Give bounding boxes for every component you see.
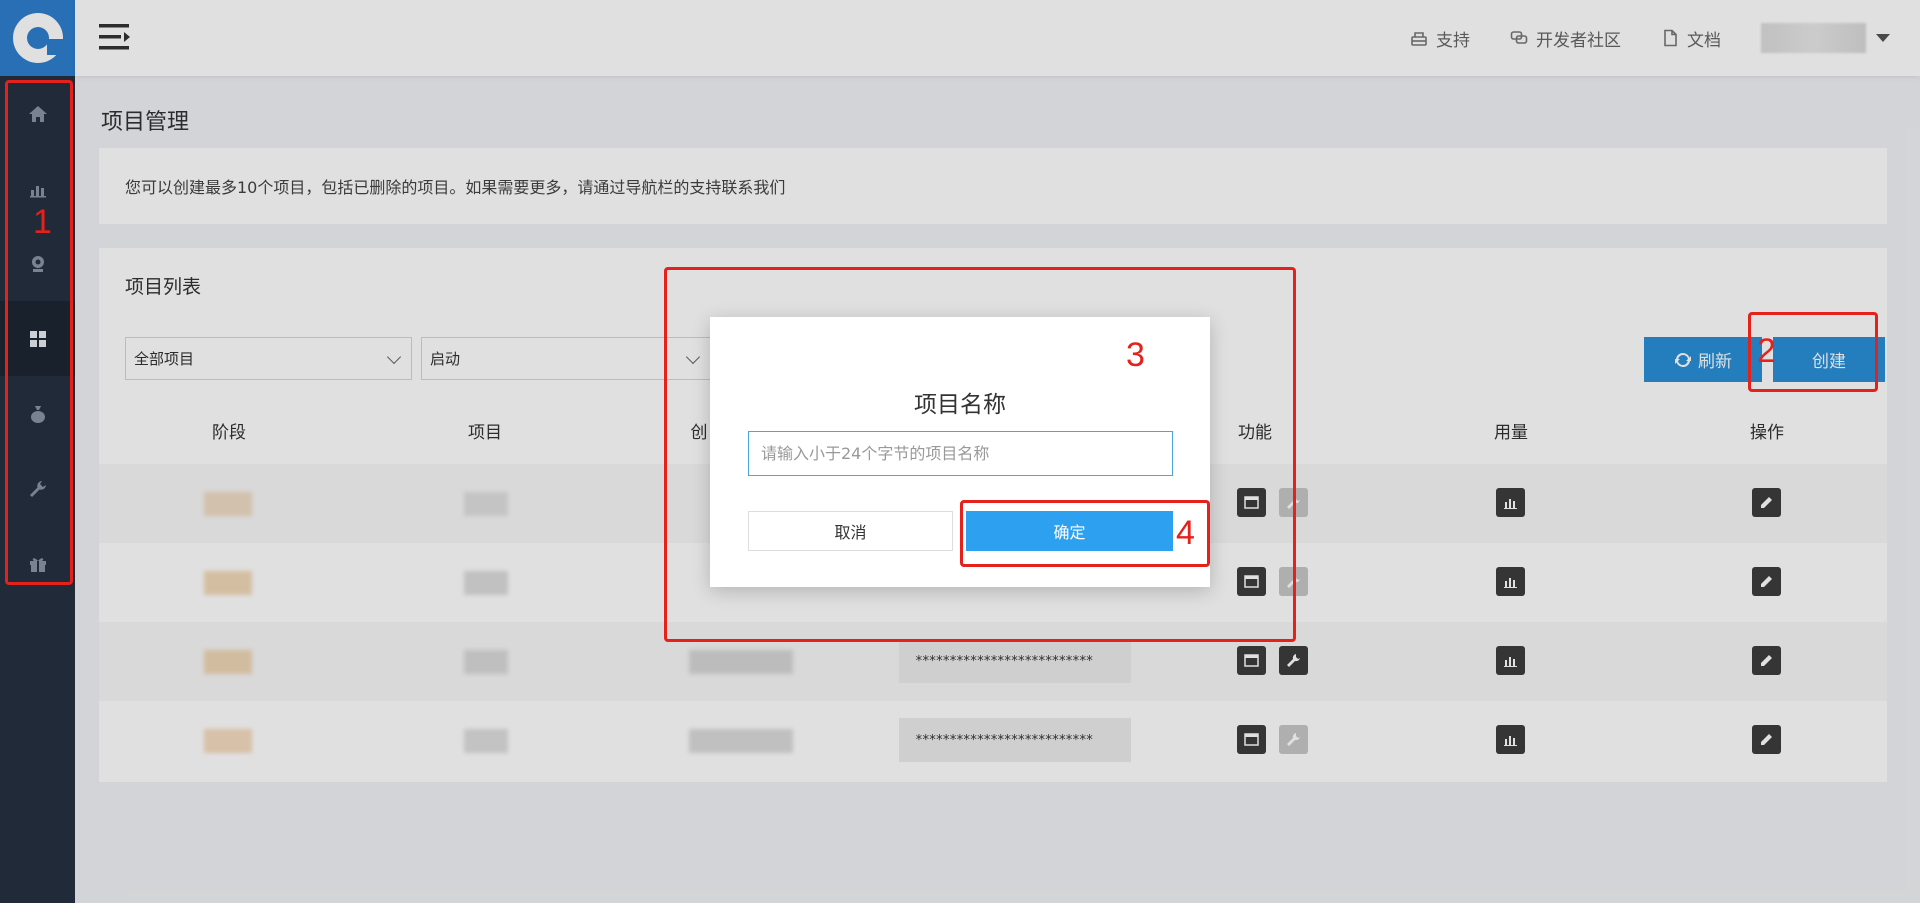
annotation-number-2: 2 — [1757, 332, 1776, 370]
annotation-box-dialog — [664, 267, 1296, 642]
annotation-number-1: 1 — [33, 203, 52, 241]
annotation-box-confirm — [960, 500, 1210, 567]
annotation-box-sidebar — [5, 80, 73, 585]
annotation-number-4: 4 — [1176, 514, 1195, 552]
annotation-number-3: 3 — [1126, 336, 1145, 374]
